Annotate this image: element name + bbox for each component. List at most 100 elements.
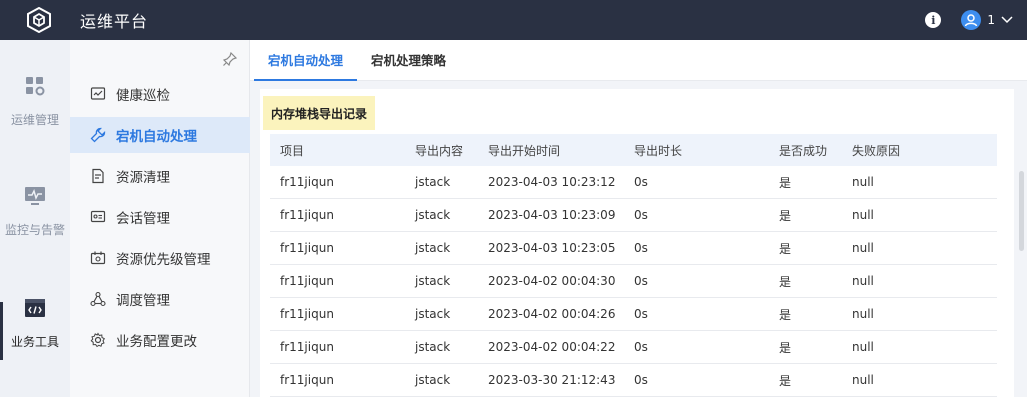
table-row[interactable]: fr11jiqun jstack 2023-04-02 00:04:22 0s … — [270, 331, 997, 364]
cell-fail-reason: null — [852, 373, 874, 387]
cell-fail-reason: null — [852, 175, 874, 189]
top-bar: 运维平台 i 1 — [0, 0, 1027, 40]
chart-monitor-icon — [90, 86, 106, 102]
cell-start-time: 2023-03-30 21:12:43 — [488, 373, 616, 387]
cell-success: 是 — [779, 340, 792, 355]
monitor-icon — [24, 186, 46, 209]
sidebar-item-label: 健康巡检 — [116, 88, 170, 104]
cell-content: jstack — [415, 340, 451, 354]
cell-project: fr11jiqun — [280, 208, 334, 222]
table-header-row: 项目 导出内容 导出开始时间 导出时长 是否成功 失败原因 — [270, 134, 997, 166]
cell-start-time: 2023-04-03 10:23:12 — [488, 175, 616, 189]
cell-fail-reason: null — [852, 241, 874, 255]
cell-success: 是 — [779, 241, 792, 256]
tab-handle-strategy[interactable]: 宕机处理策略 — [357, 39, 460, 80]
tab-auto-handle[interactable]: 宕机自动处理 — [254, 39, 358, 81]
content-area: 内存堆栈导出记录 项目 导出内容 导出开始时间 导出时长 是否成功 失败原因 f… — [250, 81, 1027, 397]
vertical-scrollbar[interactable] — [1019, 171, 1024, 251]
sidebar-item-session[interactable]: 会话管理 — [70, 199, 250, 235]
table-row[interactable]: fr11jiqun jstack 2023-04-02 00:04:26 0s … — [270, 298, 997, 331]
cell-project: fr11jiqun — [280, 307, 334, 321]
cell-fail-reason: null — [852, 340, 874, 354]
user-count[interactable]: 1 — [987, 13, 995, 27]
priority-icon — [90, 250, 106, 266]
user-avatar-icon[interactable] — [961, 10, 982, 30]
cell-duration: 0s — [634, 307, 648, 321]
table-row[interactable]: fr11jiqun jstack 2023-04-03 10:23:09 0s … — [270, 199, 997, 232]
cell-success: 是 — [779, 274, 792, 289]
cell-start-time: 2023-04-02 00:04:26 — [488, 307, 616, 321]
session-icon — [90, 209, 106, 225]
module-rail: 运维管理 监控与告警 业务工具 — [0, 40, 70, 397]
rail-item-monitor[interactable]: 监控与告警 — [0, 186, 70, 238]
sidebar-item-resource-priority[interactable]: 资源优先级管理 — [70, 240, 250, 276]
cell-project: fr11jiqun — [280, 241, 334, 255]
table-row[interactable]: fr11jiqun jstack 2023-03-30 21:12:43 0s … — [270, 364, 997, 397]
sidebar-item-label: 调度管理 — [116, 293, 170, 309]
cell-duration: 0s — [634, 175, 648, 189]
grid-gear-icon — [25, 76, 45, 99]
cell-success: 是 — [779, 175, 792, 190]
table-row[interactable]: fr11jiqun jstack 2023-04-02 00:04:30 0s … — [270, 265, 997, 298]
cell-content: jstack — [415, 373, 451, 387]
rail-label: 运维管理 — [10, 113, 59, 127]
sidebar-item-label: 宕机自动处理 — [116, 129, 197, 145]
section-title: 内存堆栈导出记录 — [263, 96, 376, 130]
cell-fail-reason: null — [852, 208, 874, 222]
cell-duration: 0s — [634, 241, 648, 255]
cell-start-time: 2023-04-02 00:04:30 — [488, 274, 616, 288]
code-window-icon — [24, 298, 46, 321]
cell-project: fr11jiqun — [280, 373, 334, 387]
cell-content: jstack — [415, 208, 451, 222]
cell-project: fr11jiqun — [280, 340, 334, 354]
sidebar-item-auto-handle[interactable]: 宕机自动处理 — [70, 117, 250, 153]
rail-item-ops[interactable]: 运维管理 — [0, 76, 70, 128]
rail-label: 监控与告警 — [4, 223, 65, 237]
cell-success: 是 — [779, 307, 792, 322]
cell-content: jstack — [415, 241, 451, 255]
column-header[interactable]: 项目 — [270, 142, 415, 159]
chevron-down-icon[interactable] — [1001, 14, 1013, 26]
doc-clean-icon — [90, 168, 106, 184]
sidebar-item-label: 资源清理 — [116, 170, 170, 186]
column-header[interactable]: 是否成功 — [779, 142, 852, 159]
cell-project: fr11jiqun — [280, 274, 334, 288]
rail-item-tools[interactable]: 业务工具 — [0, 298, 70, 350]
cell-start-time: 2023-04-03 10:23:09 — [488, 208, 616, 222]
cell-content: jstack — [415, 274, 451, 288]
column-header[interactable]: 失败原因 — [852, 142, 972, 159]
sidebar-item-label: 业务配置更改 — [116, 334, 197, 350]
table-row[interactable]: fr11jiqun jstack 2023-04-03 10:23:12 0s … — [270, 166, 997, 199]
sidebar: 健康巡检 宕机自动处理 资源清理 会话管理 资源优先级管理 调度管理 业务配置更… — [70, 40, 250, 397]
wrench-icon — [90, 127, 106, 143]
records-table: 项目 导出内容 导出开始时间 导出时长 是否成功 失败原因 fr11jiqun … — [270, 134, 997, 397]
cell-duration: 0s — [634, 274, 648, 288]
cell-start-time: 2023-04-02 00:04:22 — [488, 340, 616, 354]
sidebar-item-schedule[interactable]: 调度管理 — [70, 281, 250, 317]
column-header[interactable]: 导出时长 — [634, 142, 779, 159]
cell-project: fr11jiqun — [280, 175, 334, 189]
sidebar-item-health-check[interactable]: 健康巡检 — [70, 76, 250, 112]
cell-success: 是 — [779, 208, 792, 223]
cube-logo-icon[interactable] — [26, 7, 52, 33]
pin-icon[interactable] — [222, 51, 238, 67]
rail-label: 业务工具 — [10, 335, 59, 349]
cell-start-time: 2023-04-03 10:23:05 — [488, 241, 616, 255]
records-panel: 内存堆栈导出记录 项目 导出内容 导出开始时间 导出时长 是否成功 失败原因 f… — [260, 89, 1014, 397]
main-area: 宕机自动处理 宕机处理策略 内存堆栈导出记录 项目 导出内容 导出开始时间 导出… — [250, 40, 1027, 397]
column-header[interactable]: 导出开始时间 — [488, 142, 634, 159]
cell-content: jstack — [415, 175, 451, 189]
cell-duration: 0s — [634, 208, 648, 222]
sidebar-item-label: 资源优先级管理 — [116, 252, 211, 268]
app-title: 运维平台 — [80, 12, 149, 31]
cell-duration: 0s — [634, 373, 648, 387]
cell-success: 是 — [779, 373, 792, 388]
table-row[interactable]: fr11jiqun jstack 2023-04-03 10:23:05 0s … — [270, 232, 997, 265]
cell-fail-reason: null — [852, 274, 874, 288]
schedule-nodes-icon — [90, 291, 106, 307]
column-header[interactable]: 导出内容 — [415, 142, 488, 159]
sidebar-item-resource-cleanup[interactable]: 资源清理 — [70, 158, 250, 194]
sidebar-item-label: 会话管理 — [116, 211, 170, 227]
info-icon[interactable]: i — [925, 12, 942, 28]
sidebar-item-config-change[interactable]: 业务配置更改 — [70, 322, 250, 358]
